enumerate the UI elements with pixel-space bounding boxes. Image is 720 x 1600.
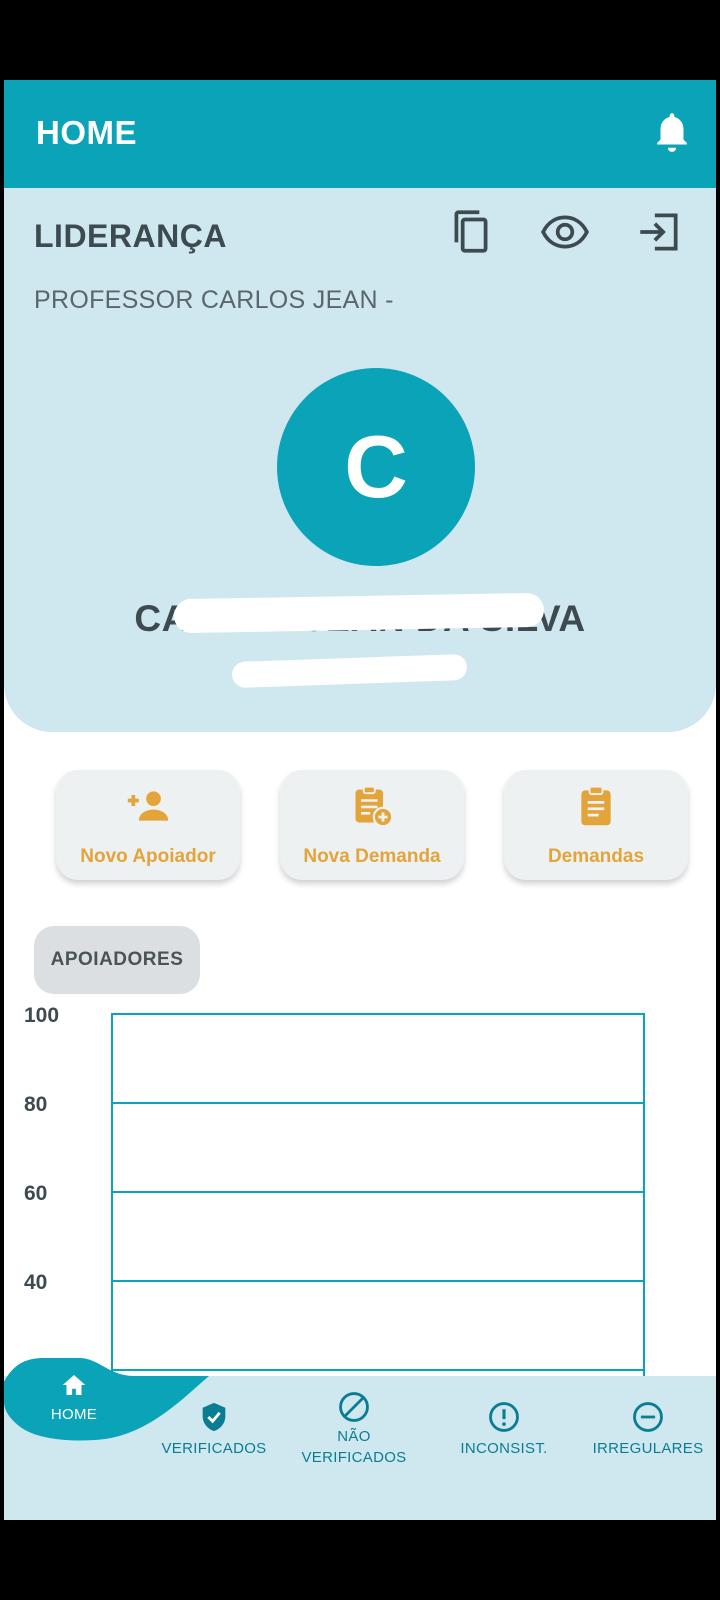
avatar: C	[277, 368, 475, 566]
nav-verified-label: VERIFICADOS	[161, 1440, 267, 1457]
new-supporter-label: Novo Apoiador	[80, 846, 216, 867]
chart-y-tick-label: 80	[24, 1093, 47, 1116]
new-request-button[interactable]: Nova Demanda	[280, 770, 464, 880]
nav-inconsistent-label: INCONSIST.	[460, 1440, 548, 1457]
bell-icon[interactable]	[652, 110, 692, 156]
copy-icon[interactable]	[446, 206, 496, 258]
minus-circle-icon	[633, 1402, 663, 1432]
app-bar: HOME	[4, 80, 716, 188]
bottom-navigation: HOME VERIFICADOS NÃO VERIFICADOS INCONSI…	[4, 1358, 716, 1520]
role-title: LIDERANÇA	[34, 218, 227, 254]
nav-irregular-label: IRREGULARES	[592, 1440, 704, 1457]
block-icon	[339, 1392, 369, 1422]
nav-home[interactable]: HOME	[24, 1370, 124, 1514]
app-screen: HOME LIDERANÇA PROFESSOR CARLOS JEAN - C…	[4, 80, 716, 1520]
nav-irregular[interactable]: IRREGULARES	[580, 1400, 716, 1520]
profile-header: LIDERANÇA PROFESSOR CARLOS JEAN - C CARL…	[4, 188, 716, 732]
requests-button[interactable]: Demandas	[504, 770, 688, 880]
new-request-label: Nova Demanda	[303, 846, 441, 867]
nav-not-verified[interactable]: NÃO VERIFICADOS	[294, 1390, 414, 1520]
nav-home-label: HOME	[50, 1406, 98, 1423]
chart-y-tick-label: 40	[24, 1271, 47, 1294]
new-request-icon	[355, 785, 394, 828]
clipboard-icon	[581, 785, 611, 826]
quick-actions: Novo Apoiador Nova Demanda Demandas	[4, 770, 716, 890]
redaction-mark	[173, 592, 545, 634]
chart-y-tick-label: 60	[24, 1182, 47, 1205]
alert-circle-icon	[489, 1402, 519, 1432]
chart-y-tick-label: 100	[24, 1004, 59, 1027]
add-person-icon	[127, 791, 169, 821]
verified-shield-icon	[202, 1402, 226, 1432]
new-supporter-button[interactable]: Novo Apoiador	[56, 770, 240, 880]
logout-icon[interactable]	[634, 206, 684, 258]
page-title: HOME	[36, 114, 137, 151]
nav-not-verified-line2: VERIFICADOS	[301, 1449, 407, 1466]
profile-subtitle: PROFESSOR CARLOS JEAN -	[34, 286, 394, 314]
nav-inconsistent[interactable]: INCONSIST.	[444, 1400, 564, 1520]
nav-not-verified-line1: NÃO	[337, 1428, 371, 1445]
requests-label: Demandas	[547, 846, 645, 867]
home-icon	[62, 1375, 86, 1395]
eye-icon[interactable]	[540, 206, 590, 258]
nav-verified[interactable]: VERIFICADOS	[154, 1400, 274, 1520]
supporters-chip[interactable]: APOIADORES	[34, 926, 200, 994]
